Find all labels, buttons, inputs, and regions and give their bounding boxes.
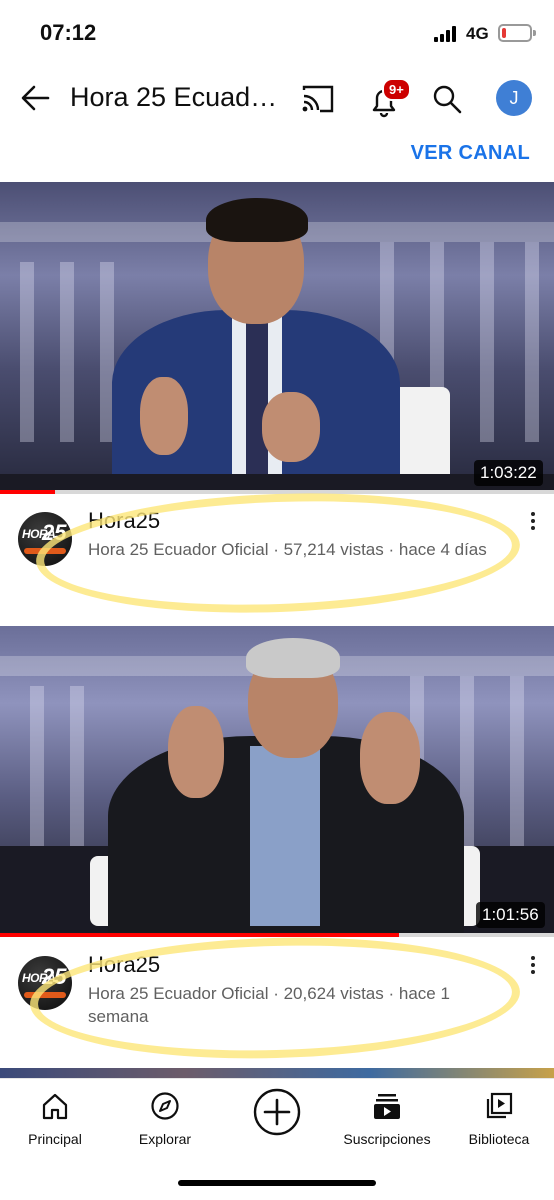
status-bar: 07:12 4G [0,0,554,64]
video-title[interactable]: Hora25 [88,952,160,978]
home-icon [42,1093,68,1120]
video-title[interactable]: Hora25 [88,508,160,534]
create-plus-icon [253,1088,301,1136]
nav-item-suscripciones[interactable]: Suscripciones [332,1091,442,1147]
watch-progress-fill [0,933,399,937]
watch-progress [0,490,554,494]
battery-icon [498,24,532,42]
network-type: 4G [466,24,489,43]
video-thumbnail[interactable]: 1:01:56 [0,626,554,936]
back-button[interactable] [18,80,54,116]
search-button[interactable] [430,82,464,116]
video-thumbnail[interactable]: 1:03:22 [0,182,554,494]
nav-item-biblioteca[interactable]: Biblioteca [444,1091,554,1147]
nav-item-principal[interactable]: Principal [0,1091,110,1147]
home-indicator[interactable] [178,1180,376,1186]
compass-icon [151,1092,179,1120]
battery-tip [533,30,536,36]
subscriptions-icon [374,1094,400,1119]
nav-item-create[interactable] [222,1087,332,1137]
search-icon [433,85,462,114]
more-options-button[interactable] [526,510,540,534]
cast-icon [302,85,334,113]
watch-progress [0,933,554,937]
page-title: Hora 25 Ecuador Oficial [70,82,290,112]
channel-logo[interactable]: HORA 25 [18,512,72,566]
view-channel-link[interactable]: VER CANAL [411,142,530,165]
account-avatar[interactable]: J [496,80,532,116]
nav-item-explorar[interactable]: Explorar [110,1091,220,1147]
channel-header: Hora 25 Ecuador Oficial 9+ J [0,64,554,134]
video-meta: Hora 25 Ecuador Oficial · 20,624 vistas … [88,984,450,1026]
cast-button[interactable] [300,82,336,116]
video-info[interactable]: HORA 25 Hora25 Hora 25 Ecuador Oficial ·… [0,940,554,1050]
library-icon [486,1092,513,1119]
watch-progress-fill [0,490,56,494]
duration-badge: 1:01:56 [476,902,545,928]
signal-icon [434,26,458,42]
channel-logo[interactable]: HORA 25 [18,956,72,1010]
video-meta: Hora 25 Ecuador Oficial · 57,214 vistas … [88,540,487,559]
duration-badge: 1:03:22 [474,460,543,486]
video-info[interactable]: HORA 25 Hora25 Hora 25 Ecuador Oficial ·… [0,496,554,606]
next-video-thumbnail-peek[interactable] [0,1068,554,1078]
more-options-button[interactable] [526,954,540,978]
notification-badge: 9+ [382,78,411,101]
status-time: 07:12 [40,20,97,45]
back-arrow-icon [21,85,50,111]
